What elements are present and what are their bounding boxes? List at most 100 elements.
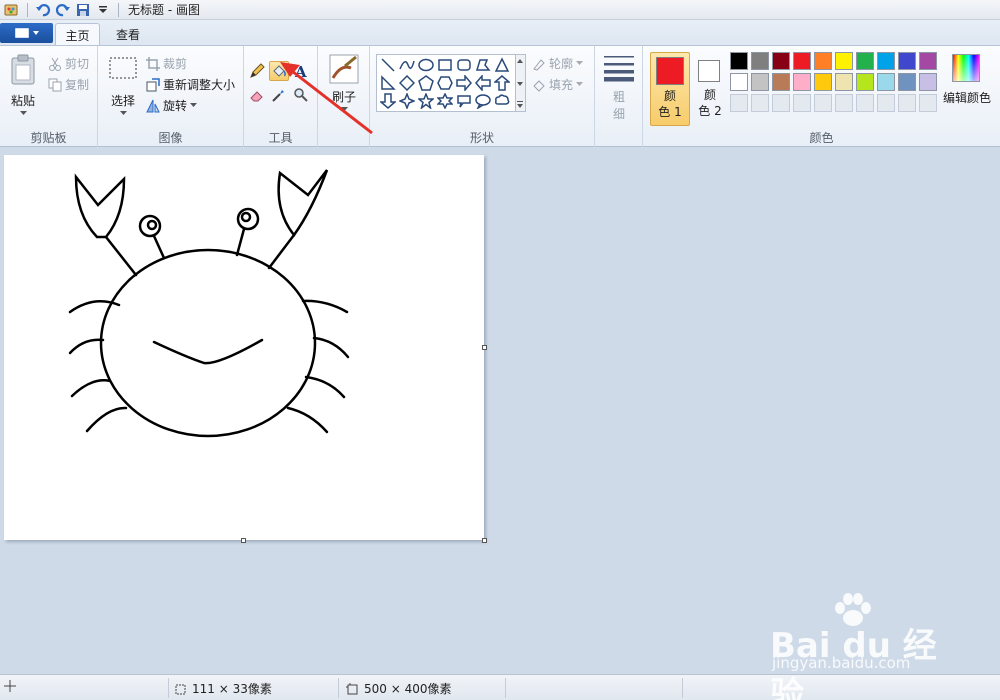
palette-color-swatch[interactable] [919, 73, 937, 91]
rounded-rectangle-shape[interactable] [455, 56, 473, 74]
crop-button[interactable]: 裁剪 [146, 55, 187, 72]
palette-color-swatch[interactable] [877, 73, 895, 91]
palette-color-swatch[interactable] [814, 52, 832, 70]
palette-color-swatch[interactable] [730, 73, 748, 91]
palette-color-swatch[interactable] [772, 73, 790, 91]
triangle-shape[interactable] [493, 56, 511, 74]
resize-handle-right[interactable] [482, 345, 487, 350]
palette-custom-slot[interactable] [814, 94, 832, 112]
palette-color-swatch[interactable] [814, 73, 832, 91]
outline-button[interactable]: 轮廓 [532, 55, 584, 72]
polygon-shape[interactable] [474, 56, 492, 74]
tab-home[interactable]: 主页 [55, 23, 100, 46]
undo-icon[interactable] [35, 2, 51, 18]
palette-color-swatch[interactable] [835, 52, 853, 70]
select-button[interactable]: 选择 [106, 56, 140, 116]
oval-shape[interactable] [417, 56, 435, 74]
cut-button[interactable]: 剪切 [48, 55, 89, 72]
resize-handle-corner[interactable] [482, 538, 487, 543]
size-button[interactable]: 粗 细 [602, 54, 636, 122]
paint-menu-button[interactable] [0, 23, 53, 43]
palette-color-swatch[interactable] [898, 52, 916, 70]
palette-custom-slot[interactable] [877, 94, 895, 112]
redo-icon[interactable] [55, 2, 71, 18]
palette-color-swatch[interactable] [751, 52, 769, 70]
palette-custom-slot[interactable] [835, 94, 853, 112]
palette-color-swatch[interactable] [793, 52, 811, 70]
fill-button[interactable]: 填充 [532, 76, 584, 93]
palette-color-swatch[interactable] [772, 52, 790, 70]
palette-custom-slot[interactable] [751, 94, 769, 112]
four-point-star-shape[interactable] [398, 92, 416, 110]
right-arm [267, 233, 296, 270]
color-1-button[interactable]: 颜 色 1 [650, 52, 690, 126]
left-arm [104, 235, 138, 277]
palette-color-swatch[interactable] [751, 73, 769, 91]
title-bar: 无标题 - 画图 [0, 0, 1000, 20]
document-icon [14, 28, 29, 38]
chevron-down-icon [576, 61, 584, 65]
cloud-callout-shape[interactable] [493, 92, 511, 110]
paste-button[interactable]: 粘贴 [6, 54, 40, 116]
line-width-icon [604, 56, 634, 82]
resize-label: 重新调整大小 [163, 78, 236, 92]
up-arrow-shape[interactable] [493, 74, 511, 92]
rectangle-shape[interactable] [436, 56, 454, 74]
chevron-down-icon [32, 31, 39, 35]
selection-size-icon [175, 684, 186, 694]
palette-color-swatch[interactable] [898, 73, 916, 91]
crab-drawing [68, 169, 350, 438]
left-claw [74, 173, 126, 239]
selection-size-text: 111 × 33像素 [192, 682, 272, 696]
palette-custom-slot[interactable] [919, 94, 937, 112]
save-icon[interactable] [75, 2, 91, 18]
fill-label: 填充 [549, 78, 574, 92]
rounded-callout-shape[interactable] [455, 92, 473, 110]
rotate-button[interactable]: 旋转 [146, 97, 198, 114]
edit-colors-button[interactable]: 编辑颜色 [943, 52, 997, 112]
color-1-label-line2: 色 1 [658, 105, 682, 119]
palette-color-swatch[interactable] [919, 52, 937, 70]
five-point-star-shape[interactable] [417, 92, 435, 110]
separator [338, 678, 339, 698]
left-arrow-shape[interactable] [474, 74, 492, 92]
cursor-position [4, 680, 16, 692]
shapes-scrollbar[interactable] [516, 54, 526, 112]
clipboard-group: 粘贴 剪切 复制 剪贴板 [0, 46, 98, 148]
palette-color-swatch[interactable] [730, 52, 748, 70]
cut-label: 剪切 [65, 57, 90, 71]
right-arrow-shape[interactable] [455, 74, 473, 92]
palette-color-swatch[interactable] [793, 73, 811, 91]
separator [168, 678, 169, 698]
palette-custom-slot[interactable] [898, 94, 916, 112]
tab-view[interactable]: 查看 [106, 23, 150, 46]
diamond-shape[interactable] [398, 74, 416, 92]
canvas-size-icon [346, 682, 358, 694]
oval-callout-shape[interactable] [474, 92, 492, 110]
window-title: 无标题 - 画图 [128, 3, 200, 17]
palette-custom-slot[interactable] [730, 94, 748, 112]
color-2-label-line1: 颜 [703, 88, 716, 102]
color-2-button[interactable]: 颜 色 2 [694, 52, 726, 126]
drawing-canvas[interactable] [4, 155, 484, 540]
customize-toolbar-icon[interactable] [95, 2, 111, 18]
curve-shape[interactable] [398, 56, 416, 74]
paint-app-icon[interactable] [4, 2, 20, 18]
fill-bucket-icon [532, 78, 546, 92]
palette-custom-slot[interactable] [793, 94, 811, 112]
copy-button[interactable]: 复制 [48, 76, 89, 93]
palette-custom-slot[interactable] [772, 94, 790, 112]
six-point-star-shape[interactable] [436, 92, 454, 110]
clipboard-icon [11, 54, 35, 85]
palette-color-swatch[interactable] [856, 73, 874, 91]
pentagon-shape[interactable] [417, 74, 435, 92]
palette-color-swatch[interactable] [856, 52, 874, 70]
resize-button[interactable]: 重新调整大小 [146, 76, 235, 93]
quick-access-toolbar [0, 0, 122, 20]
palette-color-swatch[interactable] [877, 52, 895, 70]
hexagon-shape[interactable] [436, 74, 454, 92]
palette-color-swatch[interactable] [835, 73, 853, 91]
resize-handle-bottom[interactable] [241, 538, 246, 543]
separator [505, 678, 506, 698]
palette-custom-slot[interactable] [856, 94, 874, 112]
